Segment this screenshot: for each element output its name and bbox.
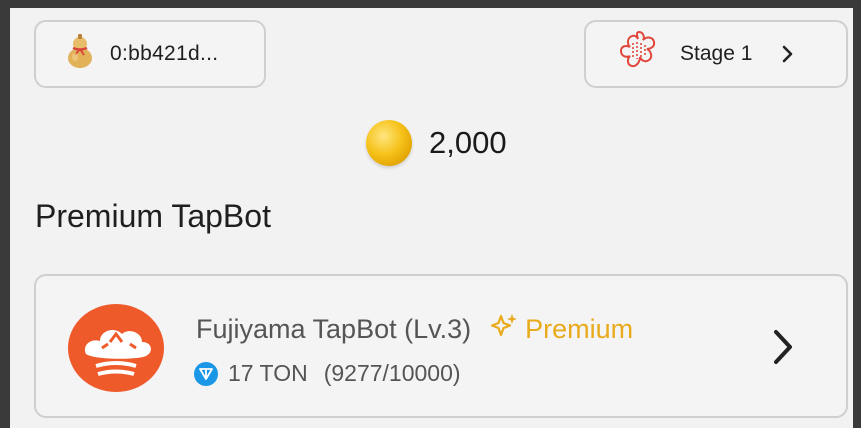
tapbot-name: Fujiyama TapBot (Lv.3) [196,314,472,344]
tapbot-progress: (9277/10000) [323,360,461,386]
wallet-address-label: 0:bb421d... [110,42,219,65]
tapbot-price: 17 TON [228,360,308,386]
chevron-right-icon [772,328,794,371]
tapbot-price-row: 17 TON (9277/10000) [194,360,461,387]
sakura-stamp-icon [616,29,662,79]
premium-label: Premium [525,314,634,344]
coin-balance-amount: 2,000 [429,125,507,160]
gold-coin-icon [366,120,412,166]
sparkle-icon [489,312,519,347]
wallet-address-button[interactable]: 0:bb421d... [34,20,266,88]
ton-icon [194,361,218,386]
pine-tree-icon [68,304,164,392]
stage-button[interactable]: Stage 1 [584,20,848,88]
gourd-icon [64,33,96,75]
section-title: Premium TapBot [35,198,271,234]
coin-balance: 2,000 [366,120,507,166]
tapbot-title-row: Fujiyama TapBot (Lv.3) Premium [196,312,633,347]
premium-badge: Premium [489,312,633,347]
chevron-right-icon [782,45,794,63]
tapbot-card[interactable]: Fujiyama TapBot (Lv.3) Premium 17 TON (9… [34,274,848,418]
stage-label: Stage 1 [680,42,753,65]
app-screen: 0:bb421d... Stage 1 2,000 Premium TapBot [10,8,853,428]
